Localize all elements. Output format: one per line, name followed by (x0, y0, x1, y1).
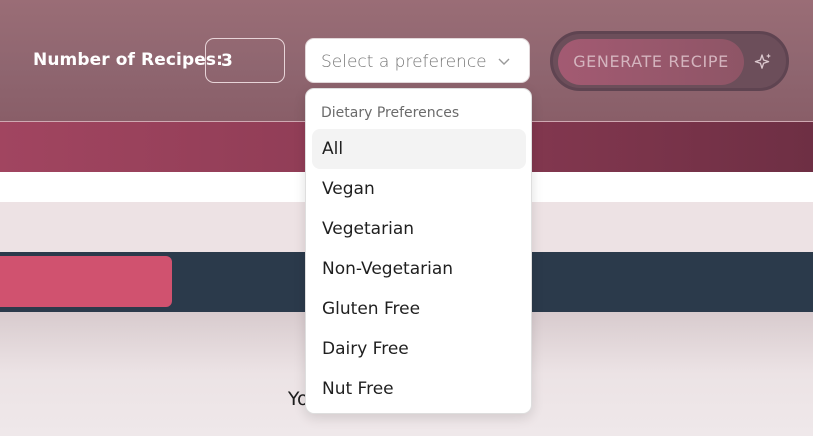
dropdown-heading: Dietary Preferences (321, 105, 460, 121)
recipes-count-label: Number of Recipes: (33, 50, 223, 70)
option-dairy-free[interactable]: Dairy Free (312, 329, 526, 369)
option-non-vegetarian[interactable]: Non-Vegetarian (312, 249, 526, 289)
chevron-down-icon (498, 58, 510, 65)
generate-recipe-control: GENERATE RECIPE (550, 31, 789, 91)
option-vegan[interactable]: Vegan (312, 169, 526, 209)
select-placeholder: Select a preference (321, 52, 487, 72)
dietary-preference-select[interactable]: Select a preference (305, 38, 530, 83)
sparkle-icon (754, 53, 771, 69)
option-all[interactable]: All (312, 129, 526, 169)
generate-recipe-button[interactable]: GENERATE RECIPE (558, 39, 744, 85)
option-gluten-free[interactable]: Gluten Free (312, 289, 526, 329)
dietary-preference-dropdown: Dietary Preferences All Vegan Vegetarian… (305, 88, 532, 414)
option-nut-free[interactable]: Nut Free (312, 369, 526, 409)
option-vegetarian[interactable]: Vegetarian (312, 209, 526, 249)
recipes-count-input[interactable] (205, 38, 285, 83)
active-tab[interactable] (0, 256, 172, 307)
